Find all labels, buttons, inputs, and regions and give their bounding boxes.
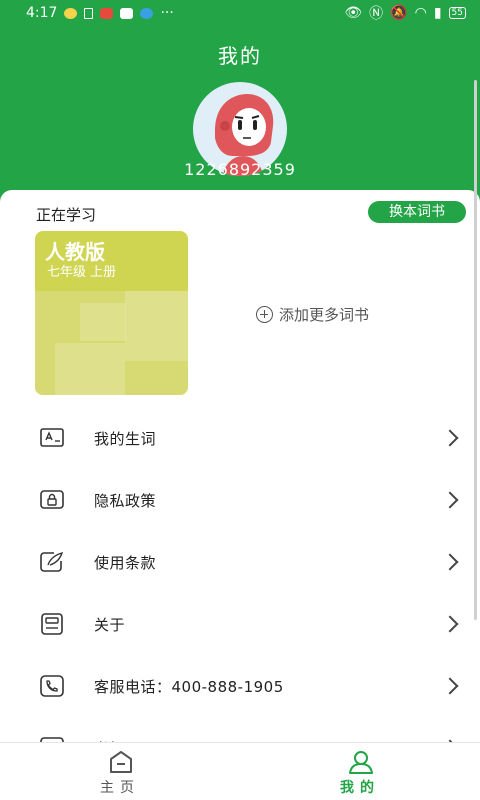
scrollbar[interactable] — [474, 80, 477, 620]
change-book-button[interactable]: 换本词书 — [368, 201, 466, 223]
wifi-icon: ◠ — [414, 5, 427, 21]
menu-item-terms[interactable]: 使用条款 — [0, 531, 480, 593]
tab-mine[interactable]: 我的 — [240, 743, 480, 800]
add-more-label: 添加更多词书 — [279, 306, 370, 324]
settings-menu: 我的生词 隐私政策 使用条款 关于 客服电话：400-888-1905 — [0, 407, 480, 750]
book-grade: 七年级 上册 — [47, 265, 117, 280]
weibo-icon — [64, 7, 78, 19]
vocabulary-book-icon — [40, 428, 64, 447]
profile-header: 4:17 ··· 👁 Ⓝ 🔕 ◠ ▮ 55 我的 1226892359 — [0, 0, 480, 205]
battery-icon: 55 — [448, 7, 466, 19]
edit-note-icon — [40, 551, 64, 572]
studying-label: 正在学习 — [36, 206, 97, 224]
chevron-right-icon — [441, 677, 459, 695]
add-more-books-button[interactable]: 添加更多词书 — [256, 304, 369, 325]
nfc-icon: Ⓝ — [369, 6, 384, 22]
status-time: 4:17 — [26, 5, 58, 21]
phone-icon — [40, 675, 64, 697]
eye-icon: 👁 — [344, 5, 363, 21]
user-id: 1226892359 — [184, 160, 296, 179]
mute-icon: 🔕 — [390, 5, 408, 21]
tab-home[interactable]: 主页 — [0, 743, 240, 800]
current-book-cover[interactable]: 人教版 七年级 上册 — [35, 231, 188, 395]
page-title: 我的 — [218, 44, 262, 68]
menu-item-vocabulary[interactable]: 我的生词 — [0, 407, 480, 469]
menu-item-about[interactable]: 关于 — [0, 593, 480, 655]
tab-label: 主页 — [100, 780, 140, 796]
chevron-right-icon — [441, 491, 459, 509]
menu-item-privacy[interactable]: 隐私政策 — [0, 469, 480, 531]
status-bar: 4:17 ··· 👁 Ⓝ 🔕 ◠ ▮ 55 — [0, 0, 480, 26]
mail-icon — [100, 7, 114, 19]
info-box-icon — [41, 613, 63, 635]
add-circle-icon — [256, 306, 273, 323]
menu-label: 客服电话：400-888-1905 — [94, 677, 284, 696]
menu-label: 隐私政策 — [94, 491, 157, 510]
more-dots-icon: ··· — [160, 5, 174, 21]
user-icon — [349, 751, 373, 774]
bottom-tab-bar: 主页 我的 — [0, 742, 480, 800]
content-card: 正在学习 换本词书 人教版 七年级 上册 添加更多词书 我的生词 隐私政策 使用… — [0, 190, 480, 750]
book-cover-tile — [125, 291, 188, 361]
menu-label: 关于 — [94, 615, 126, 634]
home-icon — [110, 751, 132, 773]
book-cover-tile — [55, 343, 125, 395]
chevron-right-icon — [441, 429, 459, 447]
chevron-right-icon — [441, 615, 459, 633]
menu-label: 我的生词 — [94, 429, 157, 448]
book-cover-tile — [80, 303, 126, 341]
tab-label: 我的 — [340, 780, 380, 796]
chevron-right-icon — [441, 553, 459, 571]
shield-app-icon — [120, 7, 134, 19]
menu-label: 使用条款 — [94, 553, 157, 572]
menu-item-service-phone[interactable]: 客服电话：400-888-1905 — [0, 655, 480, 717]
browser-app-icon — [140, 7, 154, 19]
hourglass-icon — [84, 7, 94, 19]
download-icon: ▮ — [433, 5, 442, 21]
lock-icon — [40, 490, 64, 509]
